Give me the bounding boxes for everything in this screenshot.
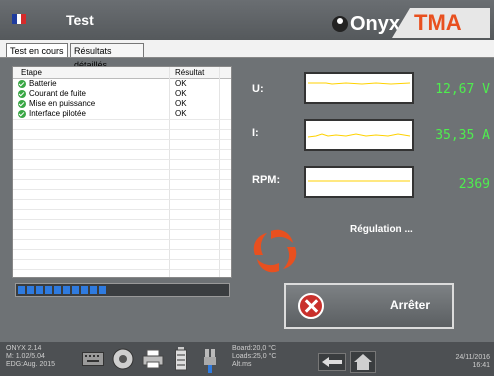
progress-segment <box>54 286 61 294</box>
plug-icon <box>204 349 216 373</box>
row-gridline <box>13 139 231 140</box>
brand-tma-text: TMA <box>414 10 462 35</box>
check-icon <box>18 100 26 108</box>
row-gridline <box>13 209 231 210</box>
row-gridline <box>13 179 231 180</box>
temperature-info: Board:20,0 °C Loads:25,0 °C Alt.ms <box>232 345 276 369</box>
page-title: Test <box>66 12 94 28</box>
step-result: OK <box>175 89 187 98</box>
progress-segment <box>36 286 43 294</box>
table-row[interactable]: Interface pilotée OK <box>13 109 231 119</box>
date: 24/11/2016 <box>455 354 490 361</box>
board-temp: Board:20,0 °C <box>232 345 277 352</box>
progress-segment <box>90 286 97 294</box>
row-gridline <box>13 249 231 250</box>
version-line: ONYX 2.14 <box>6 345 42 352</box>
datetime: 24/11/2016 16:41 <box>455 354 490 370</box>
loads-temp: Loads:25,0 °C <box>232 353 277 360</box>
progress-segment <box>72 286 79 294</box>
settings-dial-icon[interactable] <box>112 348 134 370</box>
printer-icon[interactable] <box>142 349 164 369</box>
version-line: EDG:Aug. 2015 <box>6 361 56 368</box>
current-trace <box>307 133 411 138</box>
alt-line: Alt.ms <box>232 361 252 368</box>
current-value: 35,35 A <box>435 128 490 143</box>
row-gridline <box>13 149 231 150</box>
voltage-scope <box>304 72 414 104</box>
current-scope <box>304 119 414 151</box>
time: 16:41 <box>472 362 490 369</box>
table-header: Etape Résultat <box>13 67 231 79</box>
tab-divider <box>0 57 494 58</box>
step-name: Batterie <box>29 79 57 88</box>
column-resultat: Résultat <box>175 68 205 77</box>
row-gridline <box>13 269 231 270</box>
step-result: OK <box>175 79 187 88</box>
stop-button[interactable]: Arrêter <box>284 283 454 329</box>
spinner-icon <box>253 229 297 273</box>
brand-logo: Onyx TMA <box>332 8 490 38</box>
voltage-label: U: <box>252 83 264 95</box>
row-gridline <box>13 219 231 220</box>
step-result: OK <box>175 99 187 108</box>
progress-segment <box>63 286 70 294</box>
row-gridline <box>13 159 231 160</box>
row-gridline <box>13 259 231 260</box>
language-flag-icon[interactable] <box>12 14 27 24</box>
current-label: I: <box>252 127 259 139</box>
row-gridline <box>13 239 231 240</box>
rpm-label: RPM: <box>252 174 281 186</box>
voltage-trace <box>308 82 411 85</box>
battery-icon <box>175 347 187 371</box>
status-footer: ONYX 2.14 M: 1.02/5.04 EDG:Aug. 2015 Boa… <box>0 342 494 376</box>
keyboard-icon[interactable] <box>82 352 104 366</box>
row-gridline <box>13 199 231 200</box>
stop-icon <box>298 293 324 319</box>
stop-button-label: Arrêter <box>390 298 431 312</box>
tab-test-en-cours[interactable]: Test en cours <box>6 43 68 57</box>
version-info: ONYX 2.14 M: 1.02/5.04 EDG:Aug. 2015 <box>6 345 55 369</box>
step-name: Courant de fuite <box>29 89 86 98</box>
progress-segment <box>18 286 25 294</box>
check-icon <box>18 90 26 98</box>
rpm-scope <box>304 166 414 198</box>
row-gridline <box>13 119 231 120</box>
progress-segment <box>27 286 34 294</box>
voltage-value: 12,67 V <box>435 82 490 97</box>
row-gridline <box>13 189 231 190</box>
table-row[interactable]: Batterie OK <box>13 79 231 89</box>
rpm-value: 2369 <box>458 177 490 192</box>
step-result: OK <box>175 109 187 118</box>
row-gridline <box>13 229 231 230</box>
check-icon <box>18 80 26 88</box>
version-line: M: 1.02/5.04 <box>6 353 45 360</box>
progress-segment <box>81 286 88 294</box>
progress-segment <box>45 286 52 294</box>
progress-segment <box>99 286 106 294</box>
brand-onyx-text: Onyx <box>350 13 400 35</box>
table-row[interactable]: Mise en puissance OK <box>13 99 231 109</box>
step-name: Mise en puissance <box>29 99 96 108</box>
table-row[interactable]: Courant de fuite OK <box>13 89 231 99</box>
row-gridline <box>13 169 231 170</box>
rpm-trace <box>308 180 410 182</box>
check-icon <box>18 110 26 118</box>
column-etape: Etape <box>21 68 42 77</box>
status-text: Régulation ... <box>350 224 413 235</box>
step-name: Interface pilotée <box>29 109 86 118</box>
row-gridline <box>13 129 231 130</box>
tab-resultats-detailles[interactable]: Résultats détaillés <box>70 43 144 70</box>
back-arrow-icon[interactable] <box>318 353 346 371</box>
progress-bar <box>15 283 230 297</box>
home-icon[interactable] <box>350 351 376 373</box>
steps-table: Etape Résultat Batterie OK Courant de fu… <box>12 66 232 278</box>
tab-bar: Test en cours Résultats détaillés <box>0 40 494 70</box>
